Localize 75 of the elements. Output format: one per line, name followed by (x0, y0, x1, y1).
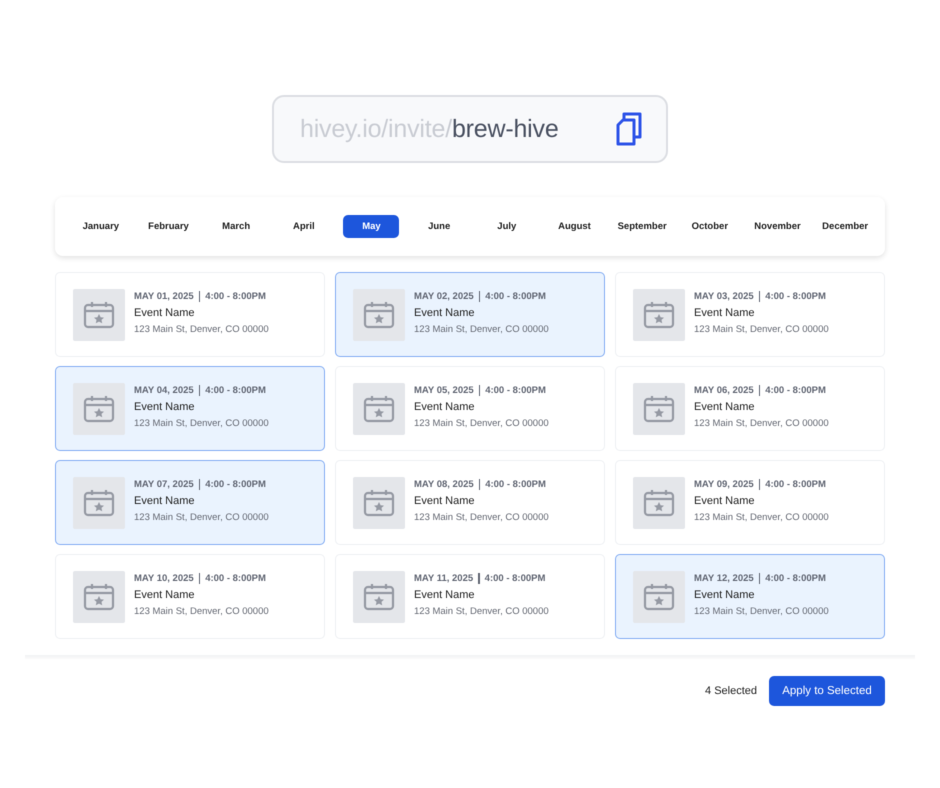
event-card[interactable]: MAY 10, 2025 4:00 - 8:00PM Event Name 123 Main St, Denver, CO 00000 (55, 554, 325, 639)
event-time: 4:00 - 8:00PM (765, 478, 826, 490)
event-name: Event Name (414, 306, 476, 318)
event-name: Event Name (134, 400, 196, 412)
event-time: 4:00 - 8:00PM (484, 572, 546, 584)
event-address: 123 Main St, Denver, CO 00000 (134, 418, 269, 428)
event-date: MAY 04, 2025 (134, 384, 194, 396)
event-time: 4:00 - 8:00PM (205, 290, 266, 302)
month-tab[interactable]: January (72, 215, 129, 238)
event-time: 4:00 - 8:00PM (485, 384, 546, 396)
event-address: 123 Main St, Denver, CO 00000 (694, 512, 829, 522)
event-time: 4:00 - 8:00PM (485, 478, 546, 490)
month-tab[interactable]: November (749, 215, 806, 238)
month-tab[interactable]: April (276, 215, 332, 238)
event-date: MAY 01, 2025 (134, 290, 194, 302)
event-address: 123 Main St, Denver, CO 00000 (694, 418, 829, 428)
event-time: 4:00 - 8:00PM (205, 572, 266, 584)
event-address: 123 Main St, Denver, CO 00000 (414, 324, 549, 334)
event-card[interactable]: MAY 05, 2025 4:00 - 8:00PM Event Name 123 Main St, Denver, CO 00000 (335, 366, 605, 451)
event-address: 123 Main St, Denver, CO 00000 (134, 324, 269, 334)
copy-icon[interactable] (614, 111, 644, 147)
apply-button[interactable]: Apply to Selected (769, 676, 885, 706)
event-date: MAY 09, 2025 (694, 478, 754, 490)
event-date: MAY 08, 2025 (414, 478, 474, 490)
event-card[interactable]: MAY 09, 2025 4:00 - 8:00PM Event Name 123 Main St, Denver, CO 00000 (615, 460, 885, 545)
event-name: Event Name (694, 306, 756, 318)
month-tab[interactable]: June (411, 215, 468, 238)
event-date: MAY 03, 2025 (694, 290, 754, 302)
event-address: 123 Main St, Denver, CO 00000 (134, 512, 269, 522)
event-card[interactable]: MAY 03, 2025 4:00 - 8:00PM Event Name 123 Main St, Denver, CO 00000 (615, 272, 885, 357)
event-address: 123 Main St, Denver, CO 00000 (694, 324, 829, 334)
month-tab[interactable]: August (546, 215, 602, 238)
event-date: MAY 10, 2025 (134, 572, 194, 584)
event-address: 123 Main St, Denver, CO 00000 (694, 606, 829, 616)
month-tab[interactable]: February (140, 215, 196, 238)
month-tab[interactable]: December (817, 215, 874, 238)
event-name: Event Name (134, 588, 196, 600)
event-time: 4:00 - 8:00PM (205, 384, 266, 396)
event-name: Event Name (414, 494, 476, 506)
event-address: 123 Main St, Denver, CO 00000 (414, 606, 549, 616)
event-name: Event Name (134, 306, 196, 318)
event-date: MAY 11, 2025 (414, 572, 474, 584)
month-tab[interactable]: March (208, 215, 264, 238)
event-time: 4:00 - 8:00PM (205, 478, 266, 490)
event-name: Event Name (694, 400, 756, 412)
event-card[interactable]: MAY 01, 2025 4:00 - 8:00PM Event Name 123 Main St, Denver, CO 00000 (55, 272, 325, 357)
event-time: 4:00 - 8:00PM (765, 384, 826, 396)
event-card[interactable]: MAY 12, 2025 4:00 - 8:00PM Event Name 123 Main St, Denver, CO 00000 (615, 554, 885, 639)
month-tab[interactable]: September (614, 215, 670, 238)
month-tab[interactable]: October (682, 215, 738, 238)
event-name: Event Name (694, 588, 756, 600)
selected-count: 4 Selected (705, 685, 757, 697)
event-date: MAY 05, 2025 (414, 384, 474, 396)
event-date: MAY 12, 2025 (694, 572, 754, 584)
event-date: MAY 06, 2025 (694, 384, 754, 396)
event-name: Event Name (414, 588, 476, 600)
event-address: 123 Main St, Denver, CO 00000 (134, 606, 269, 616)
event-name: Event Name (694, 494, 756, 506)
event-time: 4:00 - 8:00PM (765, 572, 826, 584)
event-card[interactable]: MAY 02, 2025 4:00 - 8:00PM Event Name 123 Main St, Denver, CO 00000 (335, 272, 605, 357)
month-tab[interactable]: May (343, 215, 400, 238)
event-name: Event Name (134, 494, 196, 506)
event-name: Event Name (414, 400, 476, 412)
event-time: 4:00 - 8:00PM (485, 290, 546, 302)
event-card[interactable]: MAY 08, 2025 4:00 - 8:00PM Event Name 123 Main St, Denver, CO 00000 (335, 460, 605, 545)
event-date: MAY 07, 2025 (134, 478, 194, 490)
event-date: MAY 02, 2025 (414, 290, 474, 302)
event-time: 4:00 - 8:00PM (765, 290, 826, 302)
event-card[interactable]: MAY 07, 2025 4:00 - 8:00PM Event Name 123 Main St, Denver, CO 00000 (55, 460, 325, 545)
event-card[interactable]: MAY 06, 2025 4:00 - 8:00PM Event Name 123 Main St, Denver, CO 00000 (615, 366, 885, 451)
event-address: 123 Main St, Denver, CO 00000 (414, 512, 549, 522)
event-card[interactable]: MAY 11, 2025 4:00 - 8:00PM Event Name 123 Main St, Denver, CO 00000 (335, 554, 605, 639)
month-tab[interactable]: July (478, 215, 535, 238)
event-address: 123 Main St, Denver, CO 00000 (414, 418, 549, 428)
event-card[interactable]: MAY 04, 2025 4:00 - 8:00PM Event Name 123 Main St, Denver, CO 00000 (55, 366, 325, 451)
